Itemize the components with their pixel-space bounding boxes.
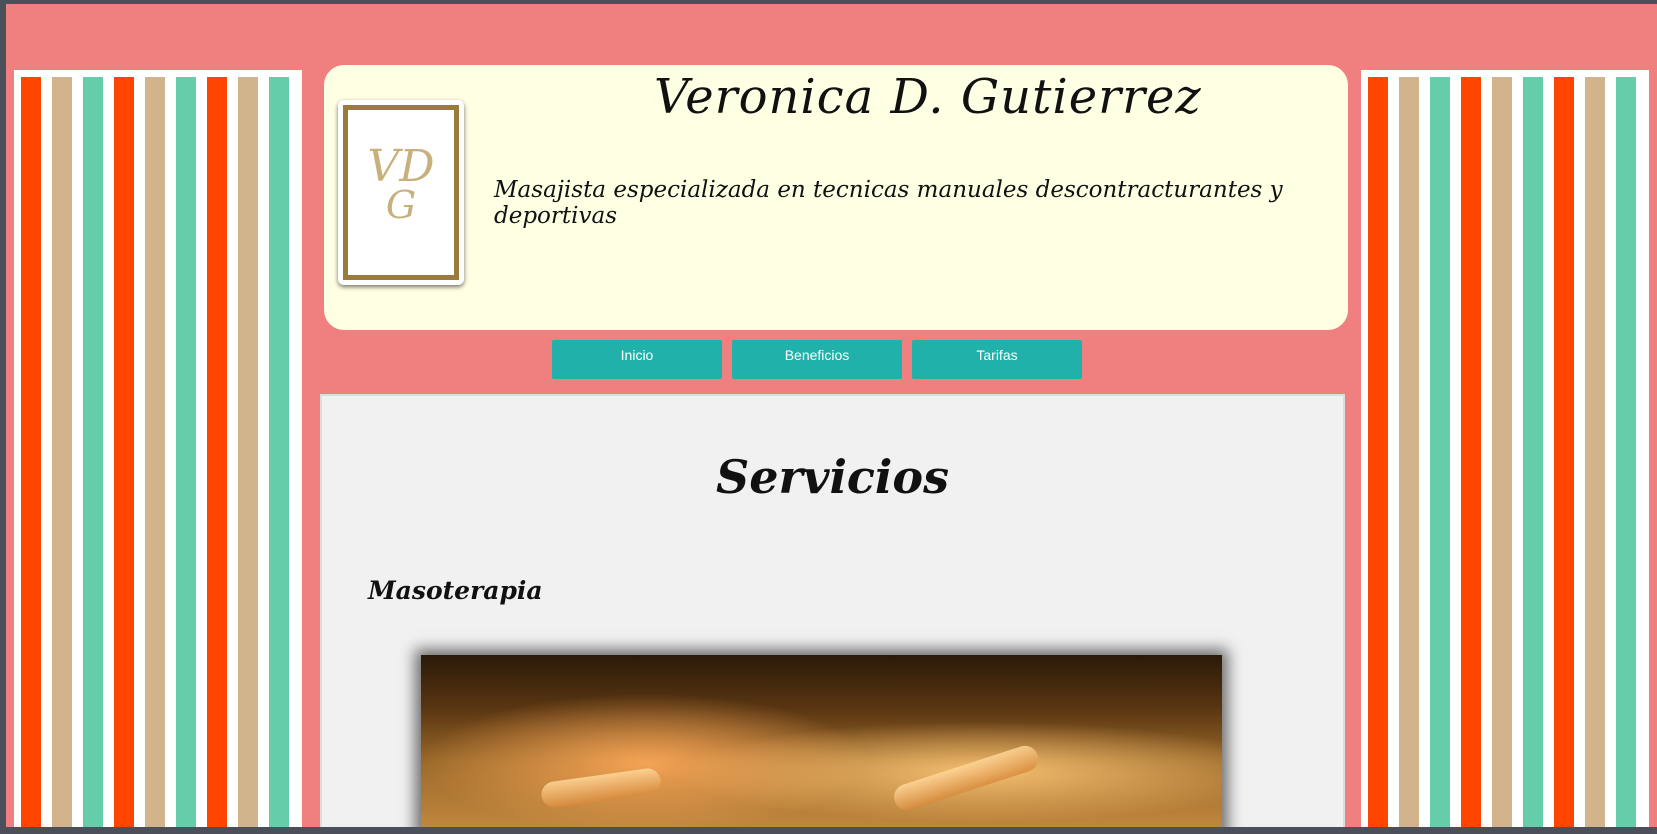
masoterapia-heading: Masoterapia — [368, 576, 543, 605]
site-subtitle: Masajista especializada en tecnicas manu… — [494, 177, 1283, 229]
photo-hand-left — [539, 766, 663, 810]
photo-hand-right — [890, 742, 1042, 814]
nav-beneficios-button[interactable]: Beneficios — [732, 340, 902, 379]
right-striped-panel — [1361, 70, 1649, 831]
main-navigation: Inicio Beneficios Tarifas — [552, 340, 1082, 380]
main-content: Servicios Masoterapia — [320, 394, 1345, 831]
left-striped-panel — [14, 70, 302, 831]
nav-inicio-button[interactable]: Inicio — [552, 340, 722, 379]
page: VD G Veronica D. Gutierrez Masajista esp… — [6, 4, 1657, 831]
nav-tarifas-button[interactable]: Tarifas — [912, 340, 1082, 379]
site-header: VD G Veronica D. Gutierrez Masajista esp… — [324, 65, 1348, 330]
massage-photo — [421, 655, 1222, 831]
site-title: Veronica D. Gutierrez — [654, 69, 1202, 125]
services-title: Servicios — [716, 450, 949, 504]
logo: VD G — [338, 100, 464, 285]
logo-monogram-bottom: G — [385, 183, 417, 227]
window-bottom-edge — [0, 827, 1657, 834]
logo-monogram: VD G — [338, 145, 464, 228]
